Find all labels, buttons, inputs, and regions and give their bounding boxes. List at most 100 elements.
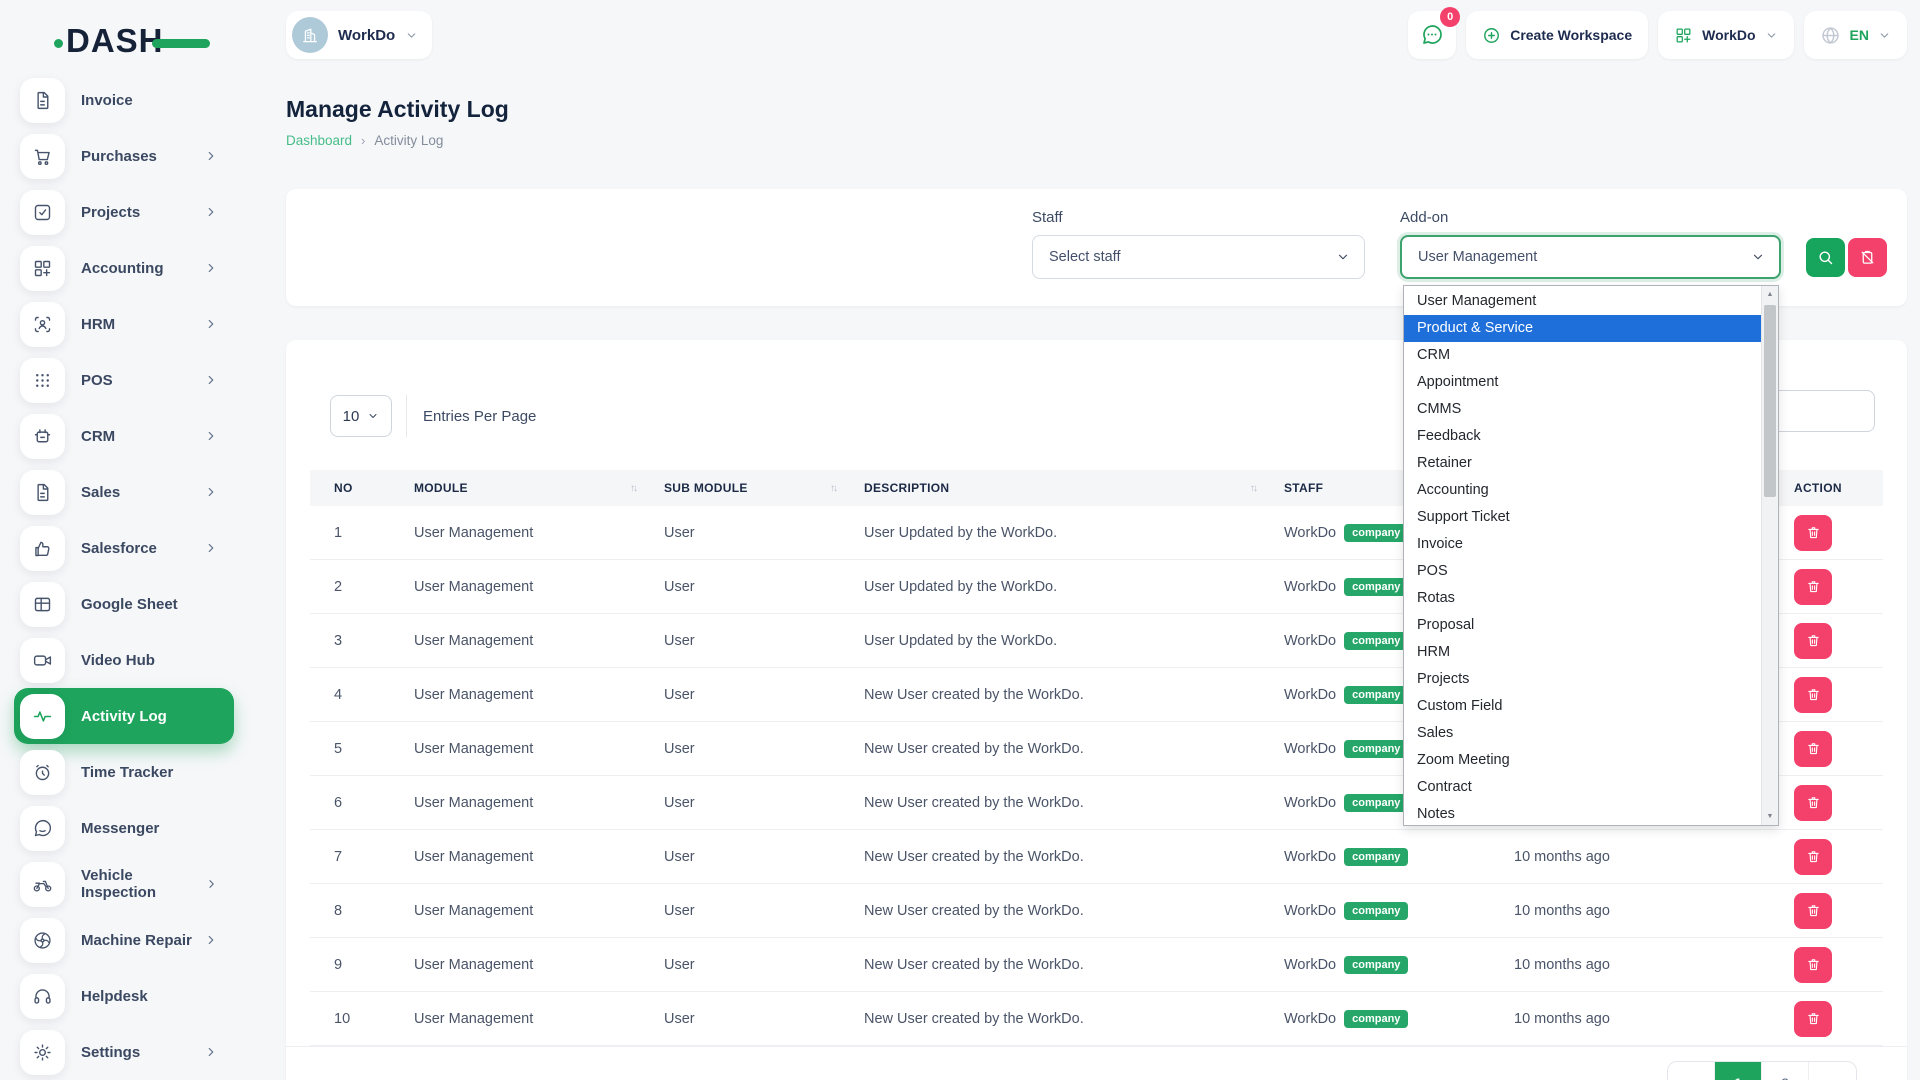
pagination-button[interactable]: ›	[1809, 1062, 1856, 1080]
pagination-button[interactable]: 1	[1715, 1062, 1762, 1080]
dropdown-option[interactable]: User Management	[1404, 288, 1761, 315]
sidebar-item[interactable]: Settings	[14, 1024, 234, 1080]
chevron-down-icon	[405, 29, 418, 42]
sidebar-item[interactable]: HRM	[14, 296, 234, 352]
dropdown-option[interactable]: Feedback	[1404, 423, 1761, 450]
dropdown-option[interactable]: Contract	[1404, 774, 1761, 801]
pagination-button[interactable]: ‹	[1668, 1062, 1715, 1080]
cell-action	[1770, 515, 1883, 551]
app-menu-button[interactable]: WorkDo	[1658, 11, 1793, 59]
dropdown-option[interactable]: Custom Field	[1404, 693, 1761, 720]
sidebar-item-icon	[20, 694, 65, 739]
dropdown-option[interactable]: Retainer	[1404, 450, 1761, 477]
breadcrumb-dashboard-link[interactable]: Dashboard	[286, 133, 352, 148]
delete-button[interactable]	[1794, 569, 1832, 605]
sidebar-item[interactable]: Salesforce	[14, 520, 234, 576]
cell-module: User Management	[390, 579, 640, 595]
cell-no: 4	[310, 687, 390, 703]
sidebar-item[interactable]: Google Sheet	[14, 576, 234, 632]
sidebar-item[interactable]: Activity Log	[14, 688, 234, 744]
sidebar-item[interactable]: Time Tracker	[14, 744, 234, 800]
sidebar-item[interactable]: Messenger	[14, 800, 234, 856]
sidebar-item[interactable]: Accounting	[14, 240, 234, 296]
staff-name: WorkDo	[1284, 633, 1336, 649]
delete-button[interactable]	[1794, 515, 1832, 551]
delete-button[interactable]	[1794, 623, 1832, 659]
workspace-selector[interactable]: WorkDo	[286, 11, 432, 59]
dropdown-option[interactable]: CMMS	[1404, 396, 1761, 423]
column-sub-module[interactable]: SUB MODULE↑↓	[640, 481, 840, 495]
sidebar-item[interactable]: Machine Repair	[14, 912, 234, 968]
company-badge: company	[1344, 956, 1408, 974]
dropdown-option[interactable]: CRM	[1404, 342, 1761, 369]
sidebar-item[interactable]: Projects	[14, 184, 234, 240]
delete-button[interactable]	[1794, 785, 1832, 821]
cell-no: 10	[310, 1011, 390, 1027]
dropdown-option[interactable]: POS	[1404, 558, 1761, 585]
language-selector[interactable]: EN	[1804, 11, 1907, 59]
sidebar-item[interactable]: CRM	[14, 408, 234, 464]
sidebar-item-icon	[20, 78, 65, 123]
dropdown-option[interactable]: Support Ticket	[1404, 504, 1761, 531]
pagination-button[interactable]: 2	[1762, 1062, 1809, 1080]
cell-sub-module: User	[640, 687, 840, 703]
chevron-down-icon	[1336, 250, 1350, 264]
delete-button[interactable]	[1794, 1001, 1832, 1037]
sidebar-item[interactable]: Video Hub	[14, 632, 234, 688]
dropdown-option[interactable]: Accounting	[1404, 477, 1761, 504]
sidebar-item-icon	[20, 806, 65, 851]
addon-label: Add-on	[1400, 209, 1781, 226]
sidebar-item[interactable]: Helpdesk	[14, 968, 234, 1024]
addon-select[interactable]: User Management	[1400, 235, 1781, 279]
column-module[interactable]: MODULE↑↓	[390, 481, 640, 495]
pagination: ‹12›	[1667, 1061, 1857, 1080]
column-description[interactable]: DESCRIPTION↑↓	[840, 481, 1260, 495]
cell-module: User Management	[390, 741, 640, 757]
sidebar-item[interactable]: POS	[14, 352, 234, 408]
scroll-up-icon[interactable]: ▲	[1762, 286, 1778, 303]
dropdown-option[interactable]: Proposal	[1404, 612, 1761, 639]
cell-module: User Management	[390, 525, 640, 541]
scrollbar-thumb[interactable]	[1764, 305, 1776, 497]
dropdown-option[interactable]: Rotas	[1404, 585, 1761, 612]
sidebar-item[interactable]: Purchases	[14, 128, 234, 184]
cell-staff: WorkDo company	[1260, 1010, 1490, 1028]
chevron-right-icon	[204, 205, 218, 219]
search-button[interactable]	[1806, 238, 1845, 277]
dropdown-scrollbar[interactable]: ▲ ▼	[1761, 286, 1778, 825]
sidebar-item-icon	[20, 862, 65, 907]
cell-staff: WorkDo company	[1260, 956, 1490, 974]
delete-button[interactable]	[1794, 839, 1832, 875]
cell-action	[1770, 785, 1883, 821]
delete-button[interactable]	[1794, 677, 1832, 713]
reset-filter-button[interactable]	[1848, 238, 1887, 277]
messages-button[interactable]: 0	[1408, 11, 1456, 59]
sidebar-item[interactable]: Sales	[14, 464, 234, 520]
dropdown-option[interactable]: Invoice	[1404, 531, 1761, 558]
staff-name: WorkDo	[1284, 1011, 1336, 1027]
dropdown-option[interactable]: Zoom Meeting	[1404, 747, 1761, 774]
dropdown-option[interactable]: Sales	[1404, 720, 1761, 747]
delete-button[interactable]	[1794, 947, 1832, 983]
dropdown-option[interactable]: Projects	[1404, 666, 1761, 693]
delete-button[interactable]	[1794, 893, 1832, 929]
trash-icon	[1806, 849, 1821, 864]
column-no[interactable]: NO	[310, 481, 390, 495]
dropdown-option[interactable]: Appointment	[1404, 369, 1761, 396]
cell-description: New User created by the WorkDo.	[840, 849, 1260, 865]
entries-per-page-select[interactable]: 10	[330, 395, 392, 437]
create-workspace-button[interactable]: Create Workspace	[1466, 11, 1648, 59]
dropdown-option[interactable]: Notes	[1404, 801, 1761, 828]
delete-button[interactable]	[1794, 731, 1832, 767]
dropdown-option[interactable]: Product & Service	[1404, 315, 1761, 342]
app-logo[interactable]: DASH	[66, 22, 196, 62]
sidebar-item-icon	[20, 918, 65, 963]
chat-icon	[1420, 23, 1444, 47]
scroll-down-icon[interactable]: ▼	[1762, 808, 1778, 825]
sidebar-item[interactable]: Vehicle Inspection	[14, 856, 234, 912]
cell-module: User Management	[390, 1011, 640, 1027]
sidebar-item[interactable]: Invoice	[14, 72, 234, 128]
staff-select[interactable]: Select staff	[1032, 235, 1365, 279]
dropdown-option[interactable]: HRM	[1404, 639, 1761, 666]
sidebar-item-label: Vehicle Inspection	[81, 867, 205, 901]
